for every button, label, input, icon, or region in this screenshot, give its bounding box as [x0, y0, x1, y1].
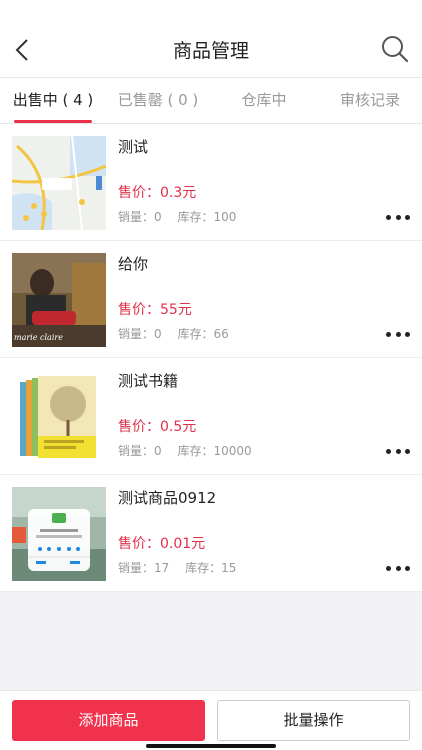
tab-sold-out[interactable]: 已售罄 ( 0 )	[106, 78, 210, 124]
product-name: 给你	[118, 255, 149, 273]
status-tabs: 出售中 ( 4 ) 已售罄 ( 0 ) 仓库中 审核记录	[0, 78, 422, 124]
product-price: 售价：0.5元	[118, 419, 197, 435]
nav-header: 商品管理	[0, 0, 422, 78]
product-item[interactable]: marie claire 给你 售价：55元 销量：0 库存：66	[0, 241, 422, 358]
product-item[interactable]: 测试书籍 售价：0.5元 销量：0 库存：10000	[0, 358, 422, 475]
more-options-icon[interactable]	[386, 444, 410, 458]
product-item[interactable]: 测试 售价：0.3元 销量：0 库存：100	[0, 124, 422, 241]
more-options-icon[interactable]	[386, 210, 410, 224]
tab-on-sale[interactable]: 出售中 ( 4 )	[1, 78, 105, 124]
product-stock: 库存：66	[177, 327, 229, 341]
bottom-action-bar: 添加商品 批量操作	[0, 690, 422, 750]
product-stats: 销量：0 库存：10000	[118, 442, 264, 459]
search-icon	[382, 36, 409, 63]
product-name: 测试	[118, 138, 149, 156]
page-title: 商品管理	[172, 40, 249, 62]
product-thumbnail-app-screenshot	[12, 487, 106, 581]
product-item[interactable]: 测试商品0912 售价：0.01元 销量：17 库存：15	[0, 475, 422, 592]
product-thumbnail-map	[12, 136, 106, 230]
product-name: 测试书籍	[118, 372, 179, 390]
product-list: 测试 售价：0.3元 销量：0 库存：100 marie claire 给你 售…	[0, 124, 422, 592]
search-button[interactable]	[380, 34, 410, 64]
product-sales: 销量：17	[118, 561, 170, 575]
product-thumbnail-photo: marie claire	[12, 253, 106, 347]
add-product-button[interactable]: 添加商品	[12, 700, 205, 741]
product-stock: 库存：100	[177, 210, 237, 224]
product-name: 测试商品0912	[118, 489, 217, 507]
more-options-icon[interactable]	[386, 327, 410, 341]
product-sales: 销量：0	[118, 327, 162, 341]
home-indicator[interactable]	[146, 744, 276, 748]
active-tab-indicator	[14, 120, 92, 123]
product-thumbnail-books	[12, 370, 106, 464]
product-sales: 销量：0	[118, 210, 162, 224]
product-stats: 销量：17 库存：15	[118, 559, 248, 576]
product-price: 售价：0.01元	[118, 536, 206, 552]
tab-warehouse[interactable]: 仓库中	[212, 78, 316, 124]
product-price: 售价：0.3元	[118, 185, 197, 201]
tab-review-records[interactable]: 审核记录	[318, 78, 422, 124]
product-stock: 库存：10000	[177, 444, 252, 458]
product-stats: 销量：0 库存：100	[118, 208, 248, 225]
thumbnail-caption: marie claire	[14, 333, 63, 342]
batch-operation-button[interactable]: 批量操作	[217, 700, 410, 741]
product-price: 售价：55元	[118, 302, 192, 318]
product-stats: 销量：0 库存：66	[118, 325, 241, 342]
more-options-icon[interactable]	[386, 561, 410, 575]
product-sales: 销量：0	[118, 444, 162, 458]
product-stock: 库存：15	[185, 561, 237, 575]
